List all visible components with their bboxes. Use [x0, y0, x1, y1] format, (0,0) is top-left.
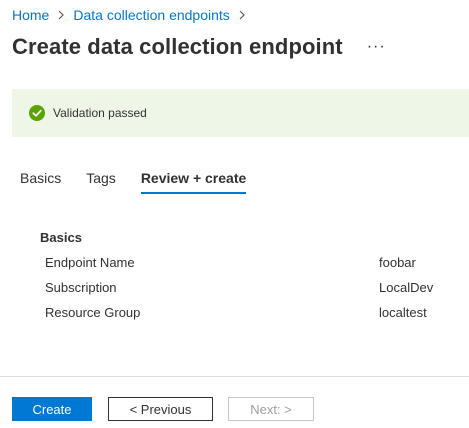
- detail-value: localtest: [379, 305, 427, 320]
- breadcrumb: Home Data collection endpoints: [12, 7, 254, 23]
- breadcrumb-home-link[interactable]: Home: [12, 7, 49, 23]
- detail-row-subscription: Subscription LocalDev: [45, 280, 469, 300]
- tab-basics[interactable]: Basics: [20, 170, 61, 194]
- detail-label: Subscription: [45, 280, 117, 295]
- detail-label: Resource Group: [45, 305, 141, 320]
- detail-value: LocalDev: [379, 280, 434, 295]
- detail-row-endpoint-name: Endpoint Name foobar: [45, 255, 469, 275]
- section-title-basics: Basics: [40, 230, 82, 245]
- tab-tags[interactable]: Tags: [86, 170, 116, 194]
- create-button[interactable]: Create: [12, 397, 92, 421]
- next-button: Next: >: [228, 397, 314, 421]
- page-title: Create data collection endpoint: [12, 34, 343, 59]
- detail-label: Endpoint Name: [45, 255, 135, 270]
- check-circle-icon: [29, 105, 45, 121]
- previous-button[interactable]: < Previous: [108, 397, 213, 421]
- detail-row-resource-group: Resource Group localtest: [45, 305, 469, 325]
- detail-value: foobar: [379, 255, 416, 270]
- validation-banner: Validation passed: [12, 89, 469, 137]
- more-options-icon[interactable]: ···: [367, 38, 386, 56]
- chevron-right-icon: [238, 10, 246, 20]
- tab-review-create[interactable]: Review + create: [140, 170, 247, 194]
- tab-bar: Basics Tags Review + create: [20, 170, 247, 194]
- validation-message: Validation passed: [53, 106, 147, 120]
- footer-divider: [0, 376, 469, 377]
- breadcrumb-data-collection-endpoints-link[interactable]: Data collection endpoints: [73, 7, 229, 23]
- chevron-right-icon: [57, 10, 65, 20]
- page-header: Create data collection endpoint ···: [12, 34, 386, 60]
